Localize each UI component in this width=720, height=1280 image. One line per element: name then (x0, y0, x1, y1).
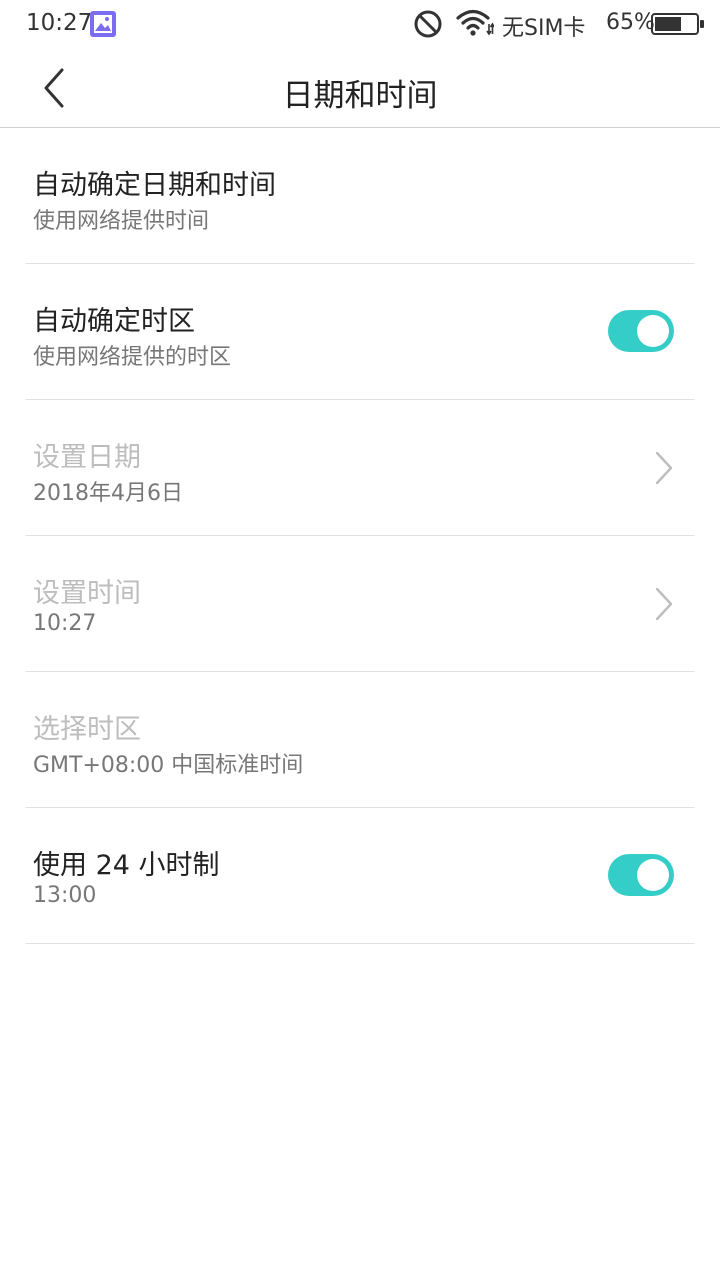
app-header: 日期和时间 (0, 50, 720, 128)
chevron-right-icon (655, 451, 673, 485)
setting-subtitle: 2018年4月6日 (33, 481, 183, 506)
setting-set-time[interactable]: 设置时间 10:27 (26, 536, 694, 672)
setting-title: 自动确定日期和时间 (33, 170, 276, 201)
wifi-icon (456, 9, 494, 36)
setting-title: 设置日期 (33, 442, 141, 473)
24-hour-toggle[interactable] (608, 854, 674, 896)
status-bar: 10:27 无SIM卡 65% (0, 0, 720, 50)
setting-subtitle: GMT+08:00 中国标准时间 (33, 753, 304, 778)
setting-auto-timezone[interactable]: 自动确定时区 使用网络提供的时区 (26, 264, 694, 400)
setting-subtitle: 13:00 (33, 883, 97, 908)
sim-status: 无SIM卡 (502, 16, 586, 41)
setting-title: 选择时区 (33, 714, 141, 745)
toggle-knob (637, 859, 669, 891)
chevron-right-icon (655, 587, 673, 621)
battery-icon (651, 13, 704, 35)
battery-percent: 65% (606, 10, 655, 35)
do-not-disturb-icon (414, 10, 442, 38)
setting-auto-date-time[interactable]: 自动确定日期和时间 使用网络提供时间 (26, 128, 694, 264)
setting-title: 设置时间 (33, 578, 141, 609)
setting-title: 使用 24 小时制 (33, 850, 220, 881)
toggle-knob (637, 315, 669, 347)
setting-set-date[interactable]: 设置日期 2018年4月6日 (26, 400, 694, 536)
setting-subtitle: 使用网络提供的时区 (33, 345, 232, 370)
setting-24-hour[interactable]: 使用 24 小时制 13:00 (26, 808, 694, 944)
setting-subtitle: 10:27 (33, 611, 97, 636)
setting-subtitle: 使用网络提供时间 (33, 209, 210, 234)
auto-timezone-toggle[interactable] (608, 310, 674, 352)
gallery-icon (90, 11, 116, 37)
page-title: 日期和时间 (282, 78, 438, 114)
setting-title: 自动确定时区 (33, 306, 195, 337)
setting-select-timezone[interactable]: 选择时区 GMT+08:00 中国标准时间 (26, 672, 694, 808)
status-time: 10:27 (26, 10, 93, 36)
